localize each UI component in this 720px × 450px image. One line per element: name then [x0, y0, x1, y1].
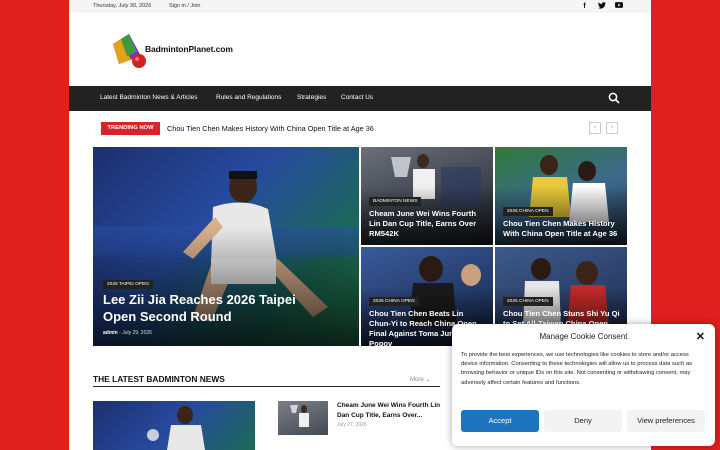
- trending-label: TRENDING NOW: [101, 122, 160, 135]
- featured-tile-1[interactable]: BADMINTON NEWS Cheam June Wei Wins Fourt…: [361, 147, 493, 245]
- side-article-date: July 27, 2026: [337, 422, 367, 428]
- youtube-icon[interactable]: [614, 2, 623, 12]
- nav-item-contact[interactable]: Contact Us: [341, 94, 373, 101]
- featured-main-meta: admin - July 29, 2026: [103, 330, 152, 336]
- post-date: July 29, 2026: [122, 330, 152, 336]
- latest-article-image: [147, 406, 205, 450]
- tile-1-title[interactable]: Cheam June Wei Wins Fourth Lin Dan Cup T…: [369, 209, 487, 239]
- nav-item-latest-news[interactable]: Latest Badminton News & Articles: [100, 94, 198, 101]
- tile-2-title[interactable]: Chou Tien Chen Makes History With China …: [503, 219, 621, 239]
- accept-button[interactable]: Accept: [461, 410, 539, 432]
- author-name[interactable]: admin: [103, 330, 118, 336]
- current-date: Thursday, July 30, 2026: [93, 3, 152, 9]
- cookie-dialog-title: Manage Cookie Consent: [539, 332, 628, 341]
- facebook-icon[interactable]: f: [580, 2, 589, 12]
- featured-main-title[interactable]: Lee Zii Jia Reaches 2026 Taipei Open Sec…: [103, 291, 323, 325]
- view-preferences-button[interactable]: View preferences: [627, 410, 705, 432]
- trending-prev-button[interactable]: ‹: [589, 122, 601, 134]
- tile-1-category[interactable]: BADMINTON NEWS: [369, 197, 422, 206]
- side-article-thumbnail[interactable]: [278, 401, 328, 435]
- latest-news-heading: THE LATEST BADMINTON NEWS: [93, 374, 225, 384]
- site-logo[interactable]: BadmintonPlanet.com: [107, 30, 267, 70]
- site-name: BadmintonPlanet.com: [145, 44, 233, 54]
- latest-article-thumbnail[interactable]: [93, 401, 255, 450]
- cookie-consent-dialog: Manage Cookie Consent ✕ To provide the b…: [452, 324, 715, 446]
- nav-item-strategies[interactable]: Strategies: [297, 94, 326, 101]
- featured-tile-2[interactable]: 2026 CHINA OPEN Chou Tien Chen Makes His…: [495, 147, 627, 245]
- more-dropdown[interactable]: More ⌄: [410, 376, 430, 383]
- tile-3-category[interactable]: 2026 CHINA OPEN: [369, 297, 419, 306]
- deny-button[interactable]: Deny: [544, 410, 622, 432]
- side-article-image: [290, 405, 309, 427]
- social-links: f: [580, 2, 623, 12]
- more-label: More: [410, 377, 424, 383]
- section-divider: [93, 386, 440, 387]
- signin-link[interactable]: Sign in / Join: [169, 3, 201, 9]
- search-icon[interactable]: [608, 92, 620, 104]
- side-article-title[interactable]: Cheam June Wei Wins Fourth Lin Dan Cup T…: [337, 401, 447, 421]
- top-bar: Thursday, July 30, 2026 Sign in / Join f: [69, 0, 651, 13]
- close-icon[interactable]: ✕: [696, 330, 705, 343]
- featured-main-category[interactable]: 2026 TAIPEI OPEN: [103, 280, 153, 289]
- main-nav: Latest Badminton News & Articles Rules a…: [69, 86, 651, 111]
- twitter-icon[interactable]: [597, 2, 606, 12]
- trending-headline[interactable]: Chou Tien Chen Makes History With China …: [167, 124, 374, 133]
- nav-item-rules[interactable]: Rules and Regulations: [216, 94, 281, 101]
- trending-next-button[interactable]: ›: [606, 122, 618, 134]
- tile-2-category[interactable]: 2026 CHINA OPEN: [503, 207, 553, 216]
- tile-4-category[interactable]: 2026 CHINA OPEN: [503, 297, 553, 306]
- featured-main-tile[interactable]: 2026 TAIPEI OPEN Lee Zii Jia Reaches 202…: [93, 147, 359, 346]
- cookie-dialog-body: To provide the best experiences, we use …: [461, 352, 693, 386]
